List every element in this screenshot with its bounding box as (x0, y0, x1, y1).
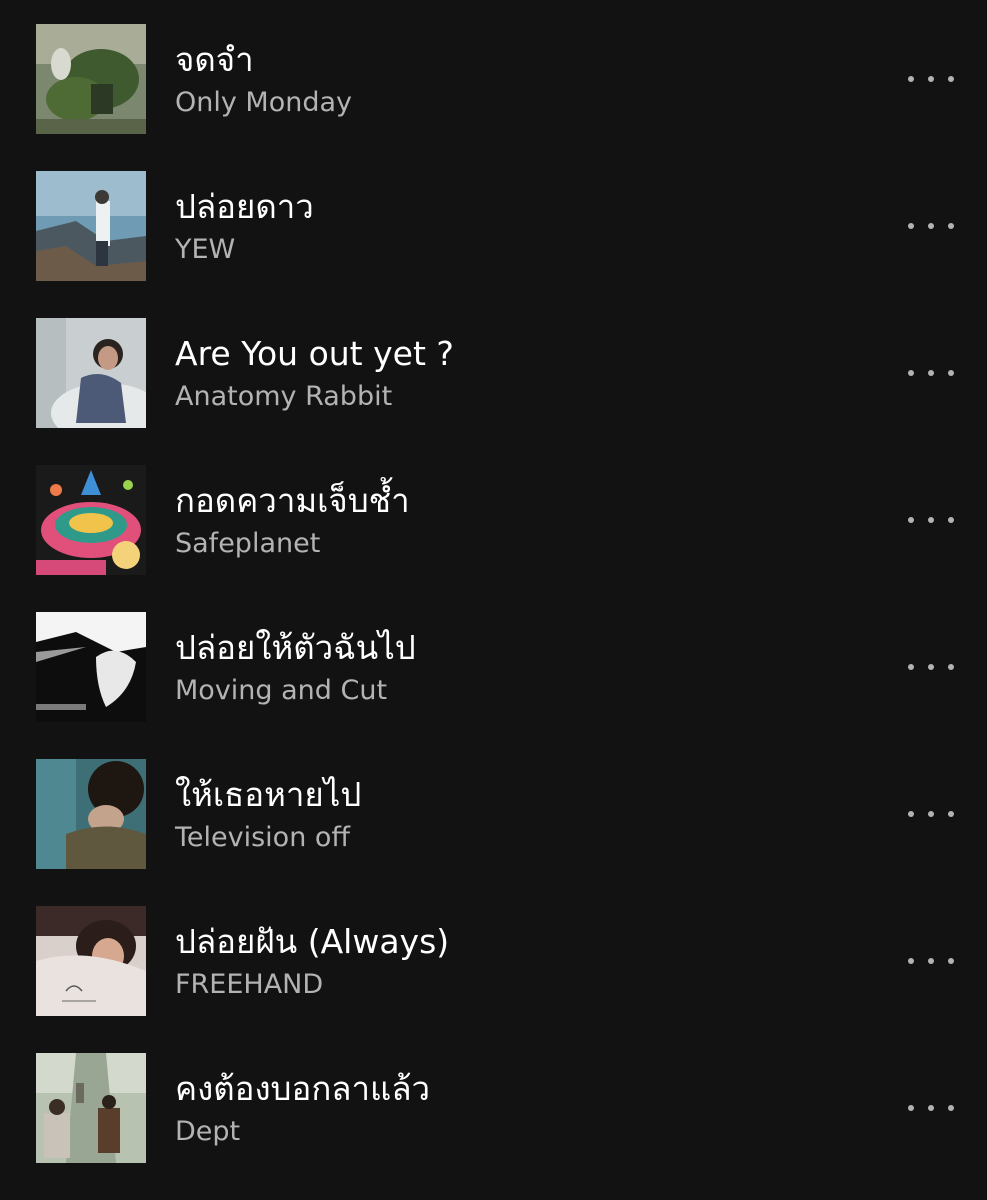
track-row[interactable]: คงต้องบอกลาแล้ว Dept (0, 1029, 987, 1176)
track-title: คงต้องบอกลาแล้ว (175, 1069, 431, 1108)
album-cover (36, 612, 146, 722)
album-cover (36, 759, 146, 869)
album-cover (36, 1053, 146, 1163)
track-row[interactable]: ปล่อยดาว YEW (0, 147, 987, 294)
more-options-icon[interactable] (908, 507, 954, 533)
more-options-icon[interactable] (908, 360, 954, 386)
track-list: จดจำ Only Monday ปล่อยดาว YEW Are You ou… (0, 0, 987, 1200)
track-title: ปล่อยให้ตัวฉันไป (175, 628, 416, 667)
album-cover (36, 318, 146, 428)
album-cover (36, 171, 146, 281)
album-cover (36, 465, 146, 575)
track-artist: Television off (175, 822, 351, 853)
album-cover (36, 24, 146, 134)
track-title: ปล่อยดาว (175, 187, 314, 226)
track-row[interactable]: ปล่อยฝัน (Always) FREEHAND (0, 882, 987, 1029)
track-title: Are You out yet ? (175, 334, 454, 373)
album-cover (36, 906, 146, 1016)
more-options-icon[interactable] (908, 801, 954, 827)
track-artist: Only Monday (175, 87, 353, 118)
track-artist: Moving and Cut (175, 675, 388, 706)
track-title: จดจำ (175, 40, 254, 79)
track-row[interactable]: Are You out yet ? Anatomy Rabbit (0, 294, 987, 441)
track-artist: FREEHAND (175, 969, 324, 1000)
more-options-icon[interactable] (908, 948, 954, 974)
track-artist: Anatomy Rabbit (175, 381, 393, 412)
track-row[interactable]: จดจำ Only Monday (0, 0, 987, 147)
track-row[interactable]: ให้เธอหายไป Television off (0, 735, 987, 882)
more-options-icon[interactable] (908, 654, 954, 680)
track-title: ให้เธอหายไป (175, 775, 362, 814)
more-options-icon[interactable] (908, 1095, 954, 1121)
track-title: ปล่อยฝัน (Always) (175, 922, 450, 961)
more-options-icon[interactable] (908, 213, 954, 239)
track-title: กอดความเจ็บช้ำ (175, 481, 410, 520)
track-row[interactable]: กอดความเจ็บช้ำ Safeplanet (0, 441, 987, 588)
track-row[interactable]: ปล่อยให้ตัวฉันไป Moving and Cut (0, 588, 987, 735)
track-artist: Dept (175, 1116, 241, 1147)
more-options-icon[interactable] (908, 66, 954, 92)
track-artist: YEW (175, 234, 236, 265)
track-artist: Safeplanet (175, 528, 321, 559)
